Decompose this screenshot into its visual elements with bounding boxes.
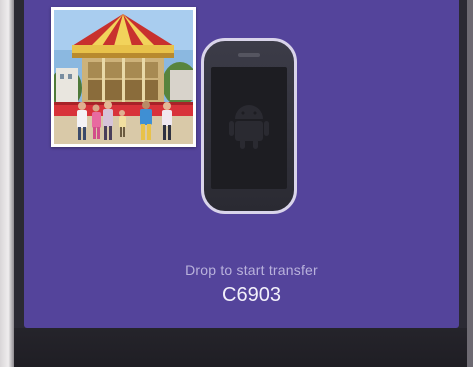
android-icon <box>229 105 269 149</box>
phone-speaker <box>238 53 260 57</box>
drop-zone[interactable] <box>24 0 459 328</box>
target-device-name: C6903 <box>222 284 281 306</box>
phone-screen <box>211 67 287 189</box>
carousel-photo <box>54 10 193 144</box>
drop-instruction: Drop to start transfer <box>185 262 318 278</box>
bottom-bar <box>14 328 467 367</box>
transfer-window: Drop to start transfer C6903 <box>14 0 467 367</box>
smartphone-icon <box>201 38 297 214</box>
photo-thumbnail[interactable] <box>51 7 196 147</box>
device-bezel-left <box>0 0 14 367</box>
device-bezel-right <box>467 0 473 367</box>
